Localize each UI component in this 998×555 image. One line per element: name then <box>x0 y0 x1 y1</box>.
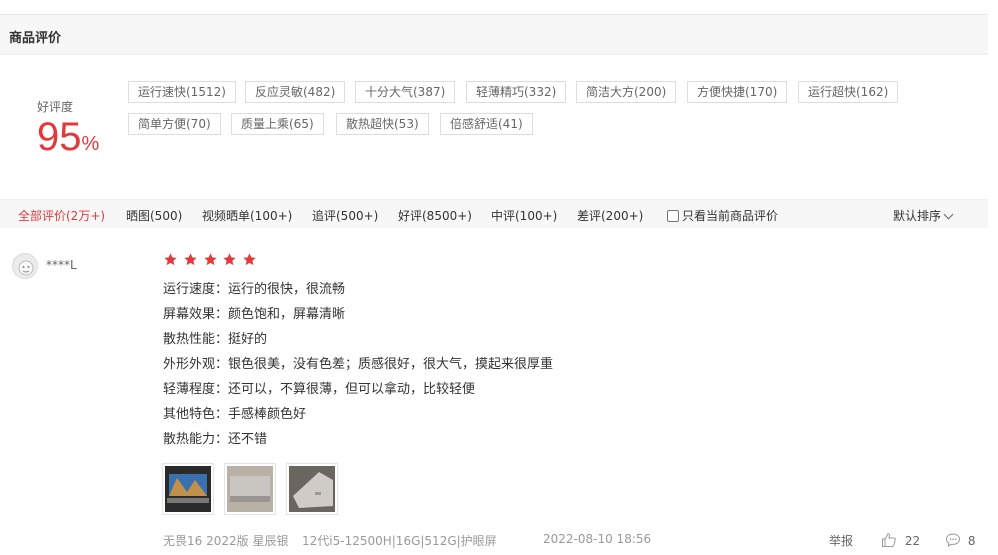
review-tag[interactable]: 倍感舒适(41) <box>440 113 533 135</box>
review-tag[interactable]: 轻薄精巧(332) <box>466 81 567 103</box>
star-icon <box>184 253 197 266</box>
star-icon <box>223 253 237 266</box>
filter-all[interactable]: 全部评价(2万+) <box>18 207 105 224</box>
filter-photos[interactable]: 晒图(500) <box>126 207 182 224</box>
filter-neutral[interactable]: 中评(100+) <box>491 207 557 224</box>
review-tag[interactable]: 方便快捷(170) <box>687 81 788 103</box>
only-current-checkbox[interactable] <box>667 210 679 222</box>
star-icon <box>203 253 217 266</box>
reviewer-name: ****L <box>46 258 77 272</box>
review-line: 运行速度：运行的很快，很流畅 <box>163 282 346 297</box>
review-tag[interactable]: 简洁大方(200) <box>576 81 677 103</box>
review-photo-thumbnail[interactable] <box>162 463 214 515</box>
comment-icon <box>945 533 961 547</box>
chevron-down-icon <box>943 209 954 220</box>
review-line: 屏幕效果：颜色饱和，屏幕清晰 <box>163 307 346 322</box>
review-line: 散热性能：挺好的 <box>163 332 268 347</box>
review-filter-bar: 全部评价(2万+) 晒图(500) 视频晒单(100+) 追评(500+) 好评… <box>0 199 988 228</box>
review-tag[interactable]: 运行超快(162) <box>798 81 899 103</box>
rating-stars <box>163 252 258 270</box>
review-tag[interactable]: 反应灵敏(482) <box>245 81 346 103</box>
laptop-photo-image <box>165 466 211 512</box>
laptop-lid-photo-image <box>227 466 273 512</box>
review-tag[interactable]: 散热超快(53) <box>336 113 429 135</box>
section-title: 商品评价 <box>9 31 62 46</box>
laptop-detail-photo-image <box>289 466 335 512</box>
review-line: 其他特色：手感棒颜色好 <box>163 407 307 422</box>
review-line: 轻薄程度：还可以，不算很薄，但可以拿动，比较轻便 <box>163 382 476 397</box>
like-count: 22 <box>904 534 921 548</box>
only-current-label: 只看当前商品评价 <box>682 209 779 223</box>
sort-dropdown[interactable]: 默认排序 <box>893 207 954 224</box>
review-tag[interactable]: 运行速快(1512) <box>128 81 236 103</box>
filter-positive[interactable]: 好评(8500+) <box>398 207 472 224</box>
review-photo-thumbnail[interactable] <box>286 463 338 515</box>
top-divider <box>0 0 988 15</box>
review-line: 外形外观：银色很美，没有色差；质感很好，很大气，摸起来很厚重 <box>163 357 554 372</box>
reviews-section-header: 商品评价 <box>0 15 988 55</box>
product-spec: 12代i5-12500H|16G|512G|护眼屏 <box>302 534 497 548</box>
only-current-product-toggle[interactable]: 只看当前商品评价 <box>667 207 778 224</box>
review-line: 散热能力：还不错 <box>163 432 268 447</box>
filter-negative[interactable]: 差评(200+) <box>577 207 643 224</box>
review-tag[interactable]: 质量上乘(65) <box>231 113 324 135</box>
positive-rate-value: 95% <box>37 114 99 167</box>
sort-label: 默认排序 <box>893 209 942 223</box>
review-tag[interactable]: 简单方便(70) <box>128 113 221 135</box>
comment-count: 8 <box>967 534 976 548</box>
star-icon <box>243 253 257 266</box>
filter-videos[interactable]: 视频晒单(100+) <box>202 207 292 224</box>
comment-button[interactable]: 8 <box>945 532 975 548</box>
positive-rate-label: 好评度 <box>37 100 74 114</box>
positive-rate-unit: % <box>81 133 100 155</box>
review-date: 2022-08-10 18:56 <box>543 532 652 546</box>
product-variant: 无畏16 2022版 星辰银 <box>163 534 289 548</box>
like-button[interactable]: 22 <box>881 532 920 548</box>
report-link[interactable]: 举报 <box>829 532 853 549</box>
review-tag[interactable]: 十分大气(387) <box>355 81 456 103</box>
review-photo-thumbnail[interactable] <box>224 463 276 515</box>
thumbs-up-icon <box>882 533 896 547</box>
avatar <box>12 253 38 279</box>
filter-followup[interactable]: 追评(500+) <box>312 207 378 224</box>
review-body: 运行速度：运行的很快，很流畅 屏幕效果：颜色饱和，屏幕清晰 散热性能：挺好的 外… <box>163 280 553 455</box>
positive-rate-number: 95 <box>37 115 82 159</box>
star-icon <box>164 253 177 266</box>
